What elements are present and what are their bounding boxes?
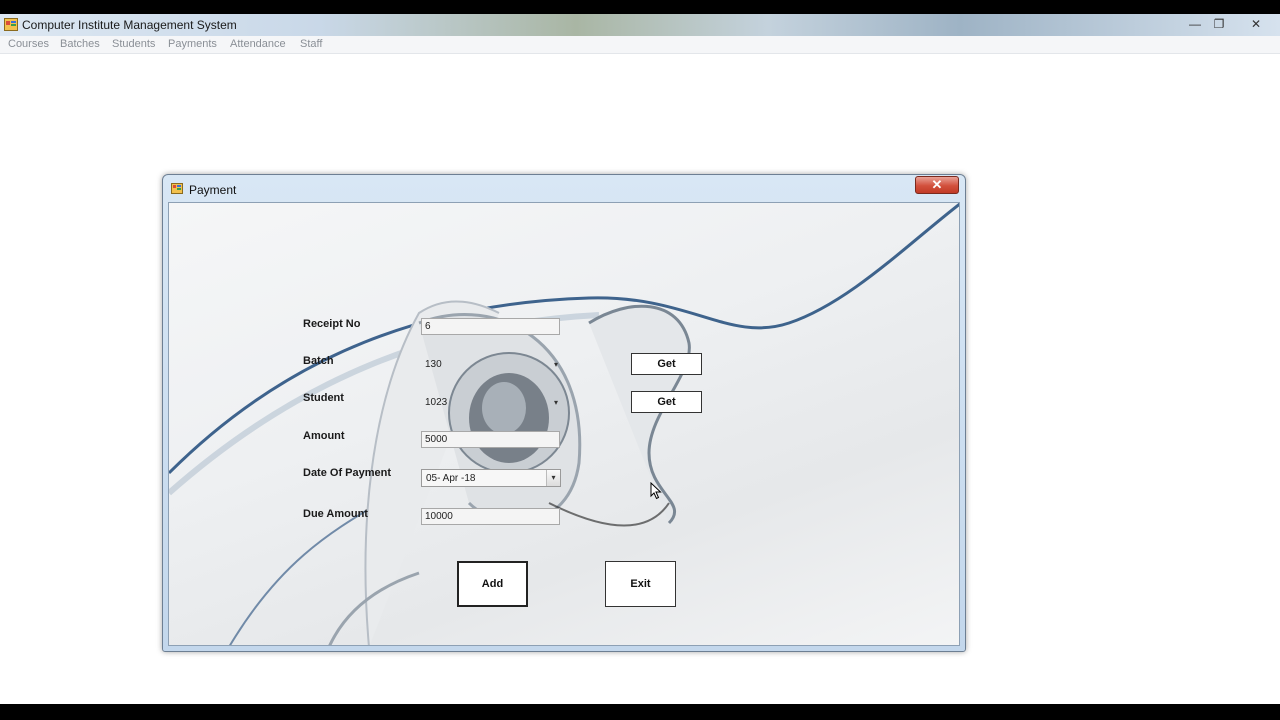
due-amount-label: Due Amount [303, 508, 368, 520]
menu-courses[interactable]: Courses [8, 38, 49, 50]
app-window-icon [4, 18, 18, 31]
menu-attendance[interactable]: Attendance [230, 38, 286, 50]
date-of-payment-picker[interactable]: 05- Apr -18 ▾ [421, 469, 561, 487]
chevron-down-icon[interactable]: ▾ [554, 397, 558, 408]
exit-button[interactable]: Exit [605, 561, 676, 607]
app-title: Computer Institute Management System [22, 18, 237, 32]
dialog-title: Payment [189, 183, 237, 197]
app-close-button[interactable]: ✕ [1245, 15, 1267, 33]
amount-field[interactable]: 5000 [421, 431, 560, 448]
dialog-close-button[interactable]: ✕ [915, 176, 959, 194]
student-select-value: 1023 [425, 397, 448, 408]
screen: Computer Institute Management System — ❐… [0, 0, 1280, 720]
menu-staff[interactable]: Staff [300, 38, 322, 50]
menu-batches[interactable]: Batches [60, 38, 100, 50]
amount-label: Amount [303, 430, 345, 442]
date-of-payment-label: Date Of Payment [303, 467, 392, 479]
receipt-no-label: Receipt No [303, 318, 361, 330]
minimize-button[interactable]: — [1184, 15, 1206, 33]
menubar: Courses Batches Students Payments Attend… [0, 36, 1280, 54]
form-icon [171, 183, 183, 194]
get-batch-button[interactable]: Get [631, 353, 702, 375]
student-select[interactable]: 1023 ▾ [421, 394, 561, 412]
menu-payments[interactable]: Payments [168, 38, 217, 50]
due-amount-field[interactable]: 10000 [421, 508, 560, 525]
app-titlebar[interactable]: Computer Institute Management System — ❐… [0, 14, 1280, 36]
background-swirl-art [169, 203, 959, 645]
add-button[interactable]: Add [457, 561, 528, 607]
batch-select[interactable]: 130 ▾ [421, 356, 561, 374]
date-of-payment-value: 05- Apr -18 [426, 473, 476, 484]
payment-dialog: Payment ✕ Receipt No 6 Batch 130 ▾ Get S… [162, 174, 966, 652]
batch-label: Batch [303, 355, 334, 367]
menu-students[interactable]: Students [112, 38, 155, 50]
chevron-down-icon[interactable]: ▾ [546, 470, 560, 486]
mouse-pointer-icon [650, 482, 662, 500]
dialog-client-area: Receipt No 6 Batch 130 ▾ Get Student 102… [168, 202, 960, 646]
student-label: Student [303, 392, 344, 404]
get-student-button[interactable]: Get [631, 391, 702, 413]
restore-button[interactable]: ❐ [1208, 15, 1230, 33]
main-window: Computer Institute Management System — ❐… [0, 14, 1280, 704]
chevron-down-icon[interactable]: ▾ [554, 359, 558, 370]
batch-select-value: 130 [425, 359, 442, 370]
receipt-no-field[interactable]: 6 [421, 318, 560, 335]
